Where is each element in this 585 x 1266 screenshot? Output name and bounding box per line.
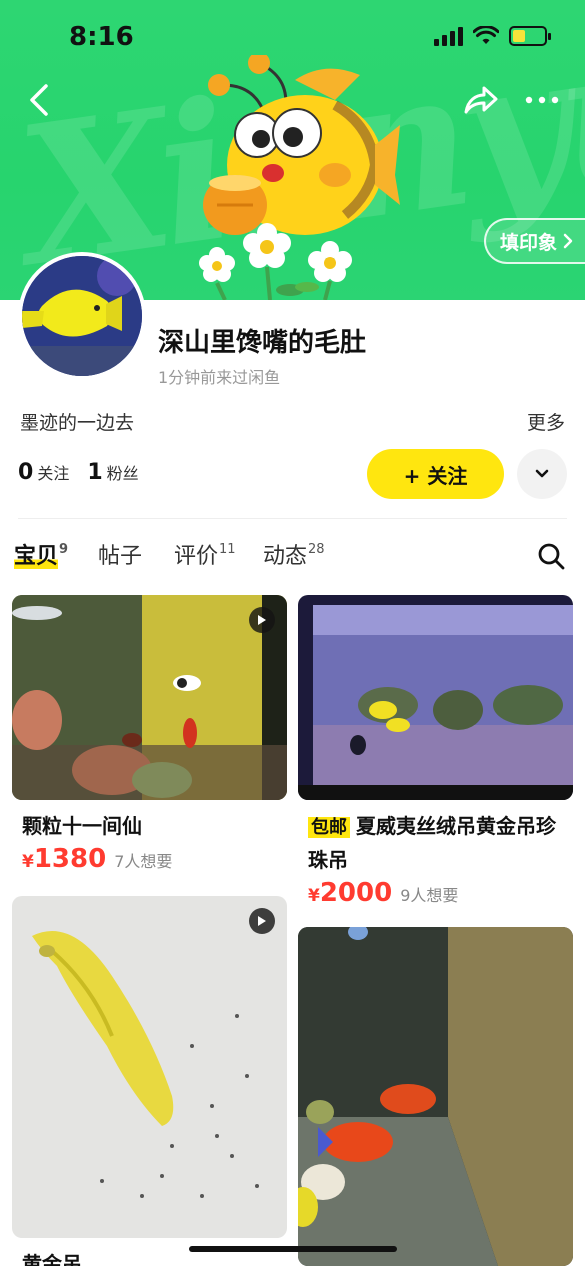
video-badge — [249, 908, 275, 934]
currency-symbol: ¥ — [22, 852, 34, 872]
following-label: 关注 — [37, 464, 70, 483]
mascot-fish-illustration — [199, 55, 400, 300]
last-seen-text: 1分钟前来过闲鱼 — [158, 368, 281, 387]
tab-reviews[interactable]: 评价11 — [174, 538, 236, 570]
more-options-button[interactable] — [517, 449, 567, 499]
price-row: ¥1380 7人想要 — [12, 842, 287, 874]
followers-label: 粉丝 — [106, 464, 139, 483]
tab-label: 评价 — [174, 544, 219, 569]
tab-items[interactable]: 宝贝9 — [14, 538, 68, 570]
tab-label: 宝贝 — [14, 544, 59, 569]
item-image — [12, 595, 287, 800]
price-value: 1380 — [33, 844, 107, 874]
item-price: ¥1380 — [22, 844, 106, 874]
item-title: 颗粒十一间仙 — [22, 814, 142, 838]
item-image — [298, 927, 573, 1266]
tab-activity[interactable]: 动态28 — [263, 538, 325, 570]
followers-stat[interactable]: 1 粉丝 — [87, 460, 138, 485]
followers-count: 1 — [87, 460, 103, 485]
wants-count: 9人想要 — [400, 886, 459, 905]
tab-count: 11 — [219, 542, 236, 557]
content-tabs: 宝贝9 帖子 评价11 动态28 — [0, 530, 585, 580]
tab-count: 28 — [308, 542, 325, 557]
status-time: 8:16 — [69, 22, 134, 52]
wants-count: 7人想要 — [114, 852, 173, 871]
fill-impression-button[interactable]: 填印象 — [484, 218, 585, 264]
avatar[interactable] — [18, 252, 146, 380]
fill-impression-label: 填印象 — [500, 231, 558, 254]
divider — [18, 518, 567, 519]
more-dots-icon[interactable] — [522, 82, 562, 118]
price-row: ¥2000 9人想要 — [298, 876, 573, 908]
item-title: 黄金吊 — [22, 1252, 82, 1266]
bio-text: 墨迹的一边去 — [20, 412, 135, 434]
more-link[interactable]: 更多 — [527, 408, 565, 435]
search-icon[interactable] — [537, 542, 565, 570]
following-count: 0 — [18, 460, 34, 485]
wifi-icon — [473, 26, 499, 44]
following-stat[interactable]: 0 关注 — [18, 460, 69, 485]
item-price: ¥2000 — [308, 878, 392, 908]
share-icon[interactable] — [460, 80, 500, 120]
avatar-image — [22, 256, 142, 376]
item-card[interactable]: 黄金吊 — [12, 896, 287, 1266]
nickname: 深山里馋嘴的毛肚 — [158, 328, 367, 358]
tab-label: 动态 — [263, 544, 308, 569]
price-value: 2000 — [319, 878, 393, 908]
item-image — [12, 896, 287, 1238]
currency-symbol: ¥ — [308, 886, 320, 906]
cellular-signal-icon — [434, 26, 463, 46]
tab-posts[interactable]: 帖子 — [98, 538, 142, 570]
item-card[interactable]: 包邮 夏威夷丝绒吊黄金吊珍珠吊 ¥2000 9人想要 — [298, 595, 573, 908]
profile-stats: 0 关注 1 粉丝 — [18, 460, 139, 485]
tab-label: 帖子 — [98, 544, 143, 569]
play-icon — [258, 916, 266, 926]
play-icon — [258, 615, 266, 625]
chevron-down-icon — [535, 469, 549, 478]
status-icons — [434, 26, 551, 46]
item-title: 包邮 夏威夷丝绒吊黄金吊珍珠吊 — [298, 800, 573, 876]
chevron-right-icon — [563, 233, 573, 249]
battery-icon — [509, 26, 551, 46]
home-indicator[interactable] — [189, 1246, 397, 1252]
item-card[interactable]: 颗粒十一间仙 ¥1380 7人想要 — [12, 595, 287, 874]
item-image — [298, 595, 573, 800]
tab-count: 9 — [59, 542, 69, 557]
follow-button[interactable]: + 关注 — [367, 449, 504, 499]
back-icon[interactable] — [22, 80, 62, 120]
free-shipping-tag: 包邮 — [308, 817, 350, 838]
item-card[interactable] — [298, 927, 573, 1266]
video-badge — [249, 607, 275, 633]
